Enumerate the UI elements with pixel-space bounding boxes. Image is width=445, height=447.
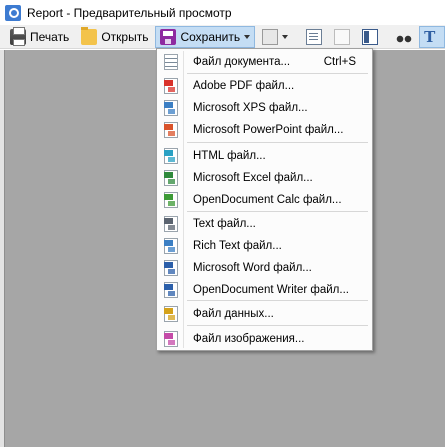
file-type-tag xyxy=(164,80,173,86)
file-type-mark xyxy=(168,87,175,92)
print-button[interactable]: Печать xyxy=(5,26,74,48)
rtf-file-icon xyxy=(164,238,178,254)
html-file-icon xyxy=(164,148,178,164)
menu-item-label: Adobe PDF файл... xyxy=(193,80,295,92)
file-type-tag xyxy=(164,194,173,200)
xlsx-file-icon xyxy=(164,170,178,186)
menu-item[interactable]: Файл изображения... xyxy=(159,328,370,350)
menu-item-label: Файл данных... xyxy=(193,308,274,320)
file-type-tag xyxy=(164,150,173,156)
file-type-mark xyxy=(168,131,175,136)
window-title: Report - Предварительный просмотр xyxy=(27,5,232,20)
file-type-tag xyxy=(164,262,173,268)
ods-file-icon xyxy=(164,192,178,208)
file-type-mark xyxy=(168,247,175,252)
file-type-mark xyxy=(168,201,175,206)
page-icon xyxy=(306,28,323,45)
file-type-mark xyxy=(168,157,175,162)
menu-item-label: Файл документа... xyxy=(193,56,291,68)
menu-item[interactable]: Microsoft PowerPoint файл... xyxy=(159,119,370,141)
file-type-tag xyxy=(164,102,173,108)
menu-item[interactable]: Файл данных... xyxy=(159,303,370,325)
menu-item[interactable]: Rich Text файл... xyxy=(159,235,370,257)
file-type-tag xyxy=(164,124,173,130)
xps-file-icon xyxy=(164,100,178,116)
menu-item-label: OpenDocument Calc файл... xyxy=(193,194,342,206)
menu-separator xyxy=(187,73,368,74)
file-type-mark xyxy=(168,179,175,184)
title-bar: Report - Предварительный просмотр xyxy=(0,0,445,25)
file-type-tag xyxy=(164,333,173,339)
menu-item-label: HTML файл... xyxy=(193,150,266,162)
data-file-icon xyxy=(164,306,178,322)
export-button[interactable] xyxy=(257,26,293,48)
open-button[interactable]: Открыть xyxy=(76,26,153,48)
txt-file-icon xyxy=(164,216,178,232)
text-cursor-icon: T xyxy=(424,27,436,46)
menu-item[interactable]: Adobe PDF файл... xyxy=(159,75,370,97)
menu-item[interactable]: Microsoft XPS файл... xyxy=(159,97,370,119)
image-file-icon xyxy=(164,331,178,347)
menu-item[interactable]: Файл документа... Ctrl+S xyxy=(159,51,370,73)
preview-left-edge xyxy=(0,50,5,447)
package-icon xyxy=(262,28,279,45)
menu-item[interactable]: HTML файл... xyxy=(159,145,370,167)
find-button[interactable] xyxy=(391,26,417,48)
folder-icon xyxy=(81,26,98,45)
chevron-down-icon xyxy=(282,34,289,39)
binoculars-icon xyxy=(396,28,413,45)
menu-item[interactable]: OpenDocument Calc файл... xyxy=(159,189,370,211)
menu-item-label: Microsoft XPS файл... xyxy=(193,102,308,114)
printer-icon xyxy=(10,26,26,46)
file-type-mark xyxy=(168,225,175,230)
document-file-icon xyxy=(164,54,178,70)
menu-item-label: Text файл... xyxy=(193,218,256,230)
menu-separator xyxy=(187,325,368,326)
save-label: Сохранить xyxy=(180,29,241,44)
pdf-file-icon xyxy=(164,78,178,94)
menu-item[interactable]: OpenDocument Writer файл... xyxy=(159,279,370,301)
clipboard-icon xyxy=(334,28,351,45)
toolbar: Печать Открыть Сохранить T xyxy=(0,25,445,49)
page-setup-button[interactable] xyxy=(301,26,327,48)
menu-item-label: Microsoft Excel файл... xyxy=(193,172,313,184)
chevron-down-icon xyxy=(244,34,251,39)
file-type-mark xyxy=(168,109,175,114)
print-label: Печать xyxy=(30,29,70,44)
layout-button[interactable] xyxy=(357,26,383,48)
file-type-tag xyxy=(164,172,173,178)
file-type-mark xyxy=(168,269,175,274)
menu-item-label: Rich Text файл... xyxy=(193,240,282,252)
file-type-tag xyxy=(164,240,173,246)
file-type-tag xyxy=(164,284,173,290)
save-button[interactable]: Сохранить xyxy=(155,25,256,48)
menu-item[interactable]: Microsoft Word файл... xyxy=(159,257,370,279)
clipboard-button[interactable] xyxy=(329,26,355,48)
floppy-disk-icon xyxy=(160,28,177,45)
menu-item[interactable]: Text файл... xyxy=(159,213,370,235)
odt-file-icon xyxy=(164,282,178,298)
menu-item-label: Microsoft PowerPoint файл... xyxy=(193,124,344,136)
menu-item-label: OpenDocument Writer файл... xyxy=(193,284,349,296)
menu-item-label: Файл изображения... xyxy=(193,333,305,345)
menu-item-label: Microsoft Word файл... xyxy=(193,262,312,274)
file-type-mark xyxy=(168,291,175,296)
file-type-mark xyxy=(168,315,175,320)
menu-item-shortcut: Ctrl+S xyxy=(323,56,356,68)
file-type-tag xyxy=(164,308,173,314)
app-icon xyxy=(5,4,21,21)
text-tool-button[interactable]: T xyxy=(419,25,445,48)
file-type-tag xyxy=(164,218,173,224)
menu-separator xyxy=(187,142,368,143)
pptx-file-icon xyxy=(164,122,178,138)
layout-icon xyxy=(362,28,379,45)
docx-file-icon xyxy=(164,260,178,276)
menu-item[interactable]: Microsoft Excel файл... xyxy=(159,167,370,189)
open-label: Открыть xyxy=(101,29,149,44)
file-type-mark xyxy=(168,340,175,345)
menu-separator xyxy=(187,211,368,212)
save-dropdown-menu: Файл документа... Ctrl+S Adobe PDF файл...… xyxy=(156,48,373,351)
